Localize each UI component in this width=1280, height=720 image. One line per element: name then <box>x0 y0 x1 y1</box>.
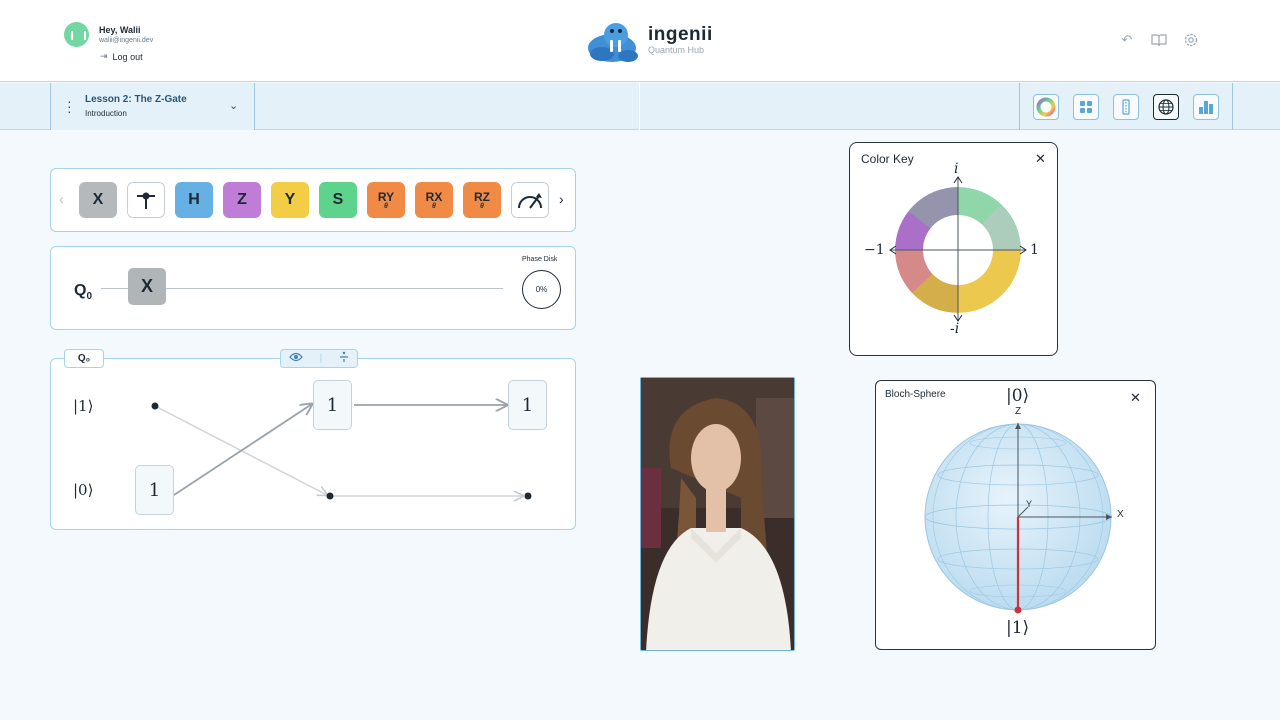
list-icon <box>1122 99 1130 115</box>
ket-zero-label: |0⟩ <box>73 481 94 499</box>
input-amplitude[interactable]: 1 <box>135 465 174 515</box>
gate-ry[interactable]: RY θ <box>367 182 405 218</box>
eye-icon[interactable] <box>289 352 304 365</box>
fraction-icon[interactable] <box>339 351 349 366</box>
color-wheel-tool[interactable] <box>1033 94 1059 120</box>
lesson-title: Lesson 2: The Z-Gate <box>85 94 187 105</box>
ket-one-label: |1⟩ <box>73 397 94 415</box>
gate-palette: ‹ X H Z Y S RY θ RX θ RZ θ › <box>50 168 576 232</box>
bloch-sphere <box>924 423 1112 614</box>
globe-icon <box>1158 99 1174 115</box>
gate-x[interactable]: X <box>79 182 117 218</box>
control-gate[interactable] <box>127 182 165 218</box>
phase-disk[interactable]: 0% <box>522 270 561 309</box>
gauge-icon <box>518 193 542 209</box>
view-toggle: | <box>280 349 358 368</box>
lesson-selector[interactable]: · · · Lesson 2: The Z-Gate Introduction ⌄ <box>50 83 255 130</box>
bottom-ket-label: |1⟩ <box>1006 618 1030 638</box>
brand-name: ingenii <box>648 24 713 45</box>
mid-amplitude[interactable]: 1 <box>313 380 352 430</box>
gate-z[interactable]: Z <box>223 182 261 218</box>
qubit-label: Q0 <box>74 282 93 303</box>
mid-node-0 <box>326 492 334 500</box>
app-header: Hey, Walii walii@ingenii.dev ⇥ Log out i… <box>0 0 1280 82</box>
y-axis-label: Y <box>1026 499 1033 509</box>
view-tools <box>1019 83 1233 130</box>
gate-h[interactable]: H <box>175 182 213 218</box>
axis-bottom-label: -i <box>950 321 960 337</box>
axis-top-label: i <box>954 161 959 177</box>
book-icon[interactable] <box>1151 32 1167 48</box>
circuit-panel: Q0 X Phase Disk 0% <box>50 246 576 330</box>
presenter-video[interactable] <box>640 377 795 651</box>
top-ket-label: |0⟩ <box>1006 386 1030 406</box>
chevron-down-icon[interactable]: ⌄ <box>229 99 238 112</box>
measure-gate[interactable] <box>511 182 549 218</box>
bloch-sphere-panel: Bloch-Sphere ✕ |0⟩ |1⟩ Z X Y <box>875 380 1156 650</box>
user-avatar[interactable] <box>64 22 89 47</box>
state-point <box>1014 606 1022 614</box>
bar-chart-tool[interactable] <box>1193 94 1219 120</box>
settings-icon[interactable] <box>1183 32 1199 48</box>
z-axis-label: Z <box>1015 406 1022 417</box>
gate-rx[interactable]: RX θ <box>415 182 453 218</box>
state-diagram-panel: |1⟩ |0⟩ 1 1 1 <box>50 358 576 530</box>
output-amplitude[interactable]: 1 <box>508 380 547 430</box>
lesson-subtitle: Introduction <box>85 109 127 118</box>
gate-s[interactable]: S <box>319 182 357 218</box>
lesson-toolbar: · · · Lesson 2: The Z-Gate Introduction ⌄ <box>0 83 1280 130</box>
axis-left-label: −1 <box>864 242 885 258</box>
bar-chart-icon <box>1199 101 1213 114</box>
globe-tool[interactable] <box>1153 94 1179 120</box>
gate-rz[interactable]: RZ θ <box>463 182 501 218</box>
x-axis-label: X <box>1117 509 1124 520</box>
logout-icon: ⇥ <box>100 51 108 61</box>
palette-next-icon[interactable]: › <box>559 191 564 207</box>
output-node-0 <box>524 492 532 500</box>
brand-subtitle: Quantum Hub <box>648 45 705 55</box>
presenter-image <box>641 378 794 650</box>
palette-prev-icon[interactable]: ‹ <box>59 191 64 207</box>
grid-icon <box>1080 101 1092 113</box>
logout-label: Log out <box>112 51 143 62</box>
color-wheel-icon <box>1036 97 1056 117</box>
undo-icon[interactable]: ↶ <box>1119 32 1135 48</box>
user-greeting: Hey, Walii <box>99 25 141 35</box>
toolbar-divider <box>639 83 640 130</box>
gate-y[interactable]: Y <box>271 182 309 218</box>
input-node-1 <box>151 402 159 410</box>
control-icon <box>137 192 155 209</box>
kebab-menu-icon[interactable]: · · · <box>67 94 72 118</box>
divider: | <box>319 353 323 364</box>
qubit-tab[interactable]: Q₀ <box>64 349 104 368</box>
placed-x-gate[interactable]: X <box>128 268 166 305</box>
phase-disk-label: Phase Disk <box>522 256 558 263</box>
user-email: walii@ingenii.dev <box>99 37 154 44</box>
axis-right-label: 1 <box>1030 242 1039 258</box>
grid-tool[interactable] <box>1073 94 1099 120</box>
list-tool[interactable] <box>1113 94 1139 120</box>
color-key-panel: Color Key ✕ i -i −1 1 <box>849 142 1058 356</box>
transition-0-to-1 <box>173 404 312 496</box>
logout-link[interactable]: ⇥ Log out <box>100 51 143 62</box>
